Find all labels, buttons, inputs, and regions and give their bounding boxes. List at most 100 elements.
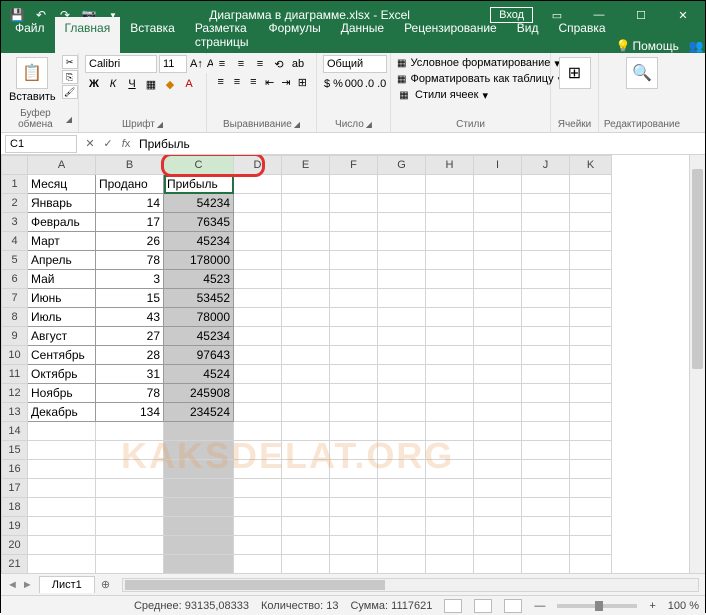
cell[interactable] xyxy=(164,460,234,479)
increase-decimal-icon[interactable]: .0 xyxy=(364,75,375,93)
bold-button[interactable]: Ж xyxy=(85,75,103,93)
cell[interactable]: 4524 xyxy=(164,365,234,384)
cell[interactable] xyxy=(282,308,330,327)
cell[interactable] xyxy=(378,517,426,536)
cell[interactable] xyxy=(96,460,164,479)
cell[interactable] xyxy=(330,175,378,194)
cell[interactable] xyxy=(330,422,378,441)
ribbon-tab[interactable]: Вид xyxy=(507,17,549,53)
row-header[interactable]: 7 xyxy=(2,289,28,308)
row-header[interactable]: 8 xyxy=(2,308,28,327)
cell[interactable] xyxy=(426,327,474,346)
cell[interactable] xyxy=(164,536,234,555)
cell[interactable] xyxy=(426,517,474,536)
cell[interactable] xyxy=(522,232,570,251)
row-header[interactable]: 10 xyxy=(2,346,28,365)
cell[interactable]: Январь xyxy=(28,194,96,213)
cell[interactable] xyxy=(570,498,612,517)
cell[interactable]: 245908 xyxy=(164,384,234,403)
row-header[interactable]: 21 xyxy=(2,555,28,574)
cell[interactable] xyxy=(426,289,474,308)
cell[interactable] xyxy=(282,555,330,574)
cell[interactable] xyxy=(330,194,378,213)
cancel-formula-icon[interactable]: ✕ xyxy=(81,135,99,153)
cell[interactable]: 45234 xyxy=(164,232,234,251)
cell[interactable] xyxy=(330,498,378,517)
cell[interactable] xyxy=(522,270,570,289)
number-format-combo[interactable] xyxy=(323,55,387,73)
cell[interactable] xyxy=(570,308,612,327)
cell[interactable] xyxy=(426,232,474,251)
row-header[interactable]: 17 xyxy=(2,479,28,498)
cell[interactable] xyxy=(474,403,522,422)
cell[interactable]: Февраль xyxy=(28,213,96,232)
cell[interactable] xyxy=(426,460,474,479)
ribbon-tab[interactable]: Вставка xyxy=(120,17,185,53)
cell[interactable] xyxy=(282,498,330,517)
currency-icon[interactable]: $ xyxy=(323,75,331,93)
row-header[interactable]: 3 xyxy=(2,213,28,232)
cell[interactable]: 45234 xyxy=(164,327,234,346)
font-size-combo[interactable] xyxy=(159,55,187,73)
cell[interactable] xyxy=(426,498,474,517)
cell[interactable] xyxy=(282,403,330,422)
cell[interactable] xyxy=(570,213,612,232)
cell[interactable]: 78 xyxy=(96,251,164,270)
name-box[interactable] xyxy=(5,135,77,153)
cell[interactable] xyxy=(234,213,282,232)
cell[interactable] xyxy=(474,213,522,232)
cell[interactable] xyxy=(378,194,426,213)
cell[interactable] xyxy=(474,384,522,403)
cell[interactable] xyxy=(474,289,522,308)
cell[interactable] xyxy=(522,327,570,346)
cell[interactable] xyxy=(570,517,612,536)
formula-input[interactable]: Прибыль xyxy=(135,136,705,152)
row-header[interactable]: 14 xyxy=(2,422,28,441)
cell[interactable] xyxy=(28,498,96,517)
font-name-combo[interactable] xyxy=(85,55,157,73)
cell[interactable] xyxy=(426,479,474,498)
cell[interactable] xyxy=(426,384,474,403)
cell[interactable] xyxy=(164,441,234,460)
cell[interactable] xyxy=(96,517,164,536)
cell[interactable]: 4523 xyxy=(164,270,234,289)
ribbon-tab[interactable]: Файл xyxy=(5,17,55,53)
cell[interactable] xyxy=(474,365,522,384)
worksheet-grid[interactable]: ABCDEFGHIJK1МесяцПроданоПрибыль2Январь14… xyxy=(1,155,705,573)
row-header[interactable]: 16 xyxy=(2,460,28,479)
cell[interactable] xyxy=(96,536,164,555)
cell[interactable] xyxy=(522,479,570,498)
share-button[interactable]: 👥 Поделиться xyxy=(689,39,706,53)
row-header[interactable]: 2 xyxy=(2,194,28,213)
scrollbar-thumb[interactable] xyxy=(692,169,703,369)
cell[interactable]: 78 xyxy=(96,384,164,403)
percent-icon[interactable]: % xyxy=(332,75,344,93)
ribbon-tab[interactable]: Главная xyxy=(55,17,121,53)
cell[interactable]: 28 xyxy=(96,346,164,365)
cell[interactable]: Прибыль xyxy=(164,175,234,194)
cell[interactable] xyxy=(330,441,378,460)
cell[interactable] xyxy=(570,270,612,289)
cell[interactable] xyxy=(282,270,330,289)
cell[interactable] xyxy=(426,346,474,365)
cell[interactable]: 27 xyxy=(96,327,164,346)
cell[interactable] xyxy=(570,365,612,384)
cell[interactable] xyxy=(330,460,378,479)
cell[interactable] xyxy=(378,308,426,327)
align-left-icon[interactable]: ≡ xyxy=(213,73,228,91)
maximize-button[interactable]: ☐ xyxy=(623,2,659,28)
column-header[interactable]: I xyxy=(474,156,522,175)
cell[interactable]: 178000 xyxy=(164,251,234,270)
cell[interactable] xyxy=(234,403,282,422)
cell[interactable]: Декабрь xyxy=(28,403,96,422)
tab-nav-prev-icon[interactable]: ◄ xyxy=(7,579,18,591)
cell[interactable] xyxy=(378,289,426,308)
cell[interactable] xyxy=(522,289,570,308)
cell[interactable] xyxy=(28,555,96,574)
border-button[interactable]: ▦ xyxy=(142,75,160,93)
view-page-break-icon[interactable] xyxy=(504,599,522,613)
cell[interactable] xyxy=(570,232,612,251)
cells-button[interactable]: ⊞ xyxy=(557,55,592,91)
cell[interactable] xyxy=(522,460,570,479)
cell[interactable] xyxy=(474,479,522,498)
